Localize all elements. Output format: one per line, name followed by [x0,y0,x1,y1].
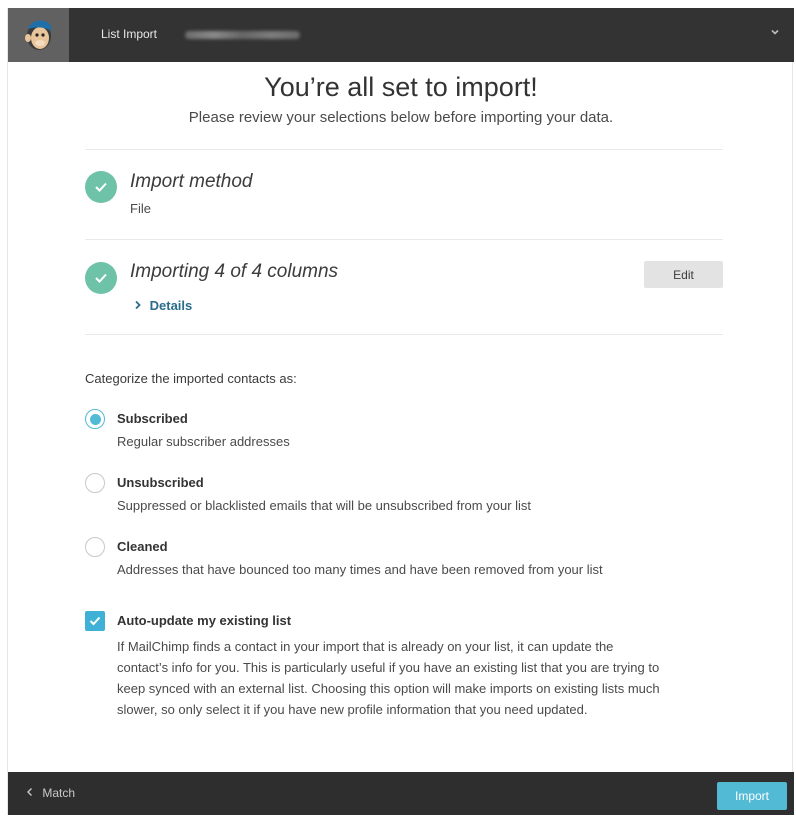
back-link-label: Match [42,786,76,800]
radio-cleaned[interactable] [85,537,105,557]
option-desc-subscribed: Regular subscriber addresses [117,434,290,449]
redacted-list-name [185,31,300,39]
page-title: You’re all set to import! [264,72,538,102]
success-check-icon [85,262,117,294]
option-label-cleaned: Cleaned [117,539,168,554]
option-label-subscribed: Subscribed [117,411,188,426]
top-bar: List Import [8,8,794,62]
radio-subscribed[interactable] [85,409,105,429]
radio-selected-dot [89,413,101,425]
checkmark-icon [89,616,101,626]
divider [85,239,723,240]
option-label-unsubscribed: Unsubscribed [117,475,204,490]
divider [85,334,723,335]
auto-update-checkbox[interactable] [85,611,105,631]
radio-unsubscribed[interactable] [85,473,105,493]
back-to-match-link[interactable]: Match [26,786,75,800]
details-link-label: Details [149,298,193,313]
divider [85,149,723,150]
auto-update-label: Auto-update my existing list [117,613,292,628]
chevron-left-icon [26,786,37,800]
details-toggle[interactable]: Details [134,298,192,313]
option-desc-cleaned: Addresses that have bounced too many tim… [117,562,603,577]
edit-columns-button[interactable]: Edit [644,261,723,288]
topbar-title: List Import [101,27,158,41]
success-check-icon [85,171,117,203]
footer-bar: Match Import [8,772,794,815]
auto-update-description: If MailChimp finds a contact in your imp… [117,639,660,717]
step-title-import-method: Import method [130,171,253,192]
mailchimp-logo-icon[interactable] [8,8,69,62]
chevron-right-icon [134,298,146,313]
chevron-down-icon[interactable] [770,26,780,40]
step-title-columns: Importing 4 of 4 columns [130,261,339,282]
import-review-page: List Import You’re all set to import! Pl… [7,8,794,815]
step-value-import-method: File [130,201,151,216]
option-desc-unsubscribed: Suppressed or blacklisted emails that wi… [117,498,532,513]
categorize-heading: Categorize the imported contacts as: [85,371,297,386]
import-button[interactable]: Import [717,782,787,810]
page-subtitle: Please review your selections below befo… [188,109,614,126]
